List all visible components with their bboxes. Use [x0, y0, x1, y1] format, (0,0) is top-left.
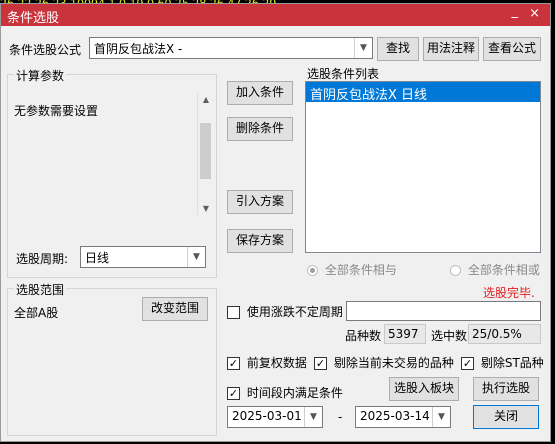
scroll-thumb[interactable] [200, 123, 211, 179]
pre-adjust-checkbox[interactable]: ✓ 前复权数据 [227, 354, 307, 371]
params-legend: 计算参数 [14, 67, 67, 84]
variable-period-checkbox[interactable]: 使用涨跌不定周期 [227, 303, 343, 320]
start-date-picker[interactable]: 2025-03-01 ▼ [227, 406, 323, 428]
scope-group: 选股范围 全部A股 改变范围 [7, 281, 217, 436]
formula-label: 条件选股公式 [9, 43, 82, 57]
period-label: 选股周期: [16, 252, 69, 266]
remove-condition-button[interactable]: 删除条件 [227, 117, 293, 141]
total-count-label: 品种数 [345, 329, 382, 343]
minimize-button[interactable]: _ [512, 4, 519, 19]
change-scope-button[interactable]: 改变范围 [142, 297, 208, 321]
close-window-button[interactable]: × [529, 6, 540, 21]
run-selection-button[interactable]: 执行选股 [473, 377, 539, 401]
view-formula-button[interactable]: 查看公式 [483, 37, 541, 61]
logic-or-radio[interactable]: 全部条件相或 [450, 261, 540, 278]
time-range-label: 时间段内满足条件 [246, 386, 343, 400]
total-count-value: 5397 [384, 324, 426, 344]
chevron-down-icon[interactable]: ▼ [304, 407, 322, 427]
exclude-untraded-checkbox[interactable]: ✓ 剔除当前未交易的品种 [314, 354, 454, 371]
hit-count-value: 25/0.5% [468, 324, 541, 344]
chevron-down-icon[interactable]: ▼ [432, 407, 450, 427]
list-item[interactable]: 首阴反包战法X 日线 [306, 82, 540, 103]
scroll-up-icon[interactable]: ▲ [198, 95, 214, 104]
exclude-st-label: 剔除ST品种 [480, 356, 544, 370]
time-range-checkbox[interactable]: ✓ 时间段内满足条件 [227, 384, 343, 401]
exclude-st-checkbox[interactable]: ✓ 剔除ST品种 [461, 354, 544, 371]
end-date-value: 2025-03-14 [360, 409, 430, 423]
condition-list[interactable]: 首阴反包战法X 日线 [305, 81, 541, 253]
scope-value: 全部A股 [14, 306, 59, 320]
logic-or-label: 全部条件相或 [467, 263, 540, 277]
logic-and-label: 全部条件相与 [324, 263, 397, 277]
chevron-down-icon[interactable]: ▼ [187, 247, 205, 267]
window-title: 条件选股 [7, 11, 60, 26]
radio-icon[interactable] [307, 265, 318, 276]
close-button[interactable]: 关闭 [473, 405, 539, 429]
end-date-picker[interactable]: 2025-03-14 ▼ [355, 406, 451, 428]
pre-adjust-label: 前复权数据 [246, 356, 307, 370]
variable-period-input[interactable] [346, 301, 541, 321]
to-block-button[interactable]: 选股入板块 [389, 377, 459, 401]
condition-list-label: 选股条件列表 [307, 67, 380, 81]
formula-value: 首阴反包战法X - [94, 42, 183, 56]
check-icon[interactable]: ✓ [227, 387, 240, 400]
check-icon[interactable]: ✓ [227, 357, 240, 370]
params-group: 计算参数 无参数需要设置 ▲ ▼ 选股周期: 日线 ▼ [7, 67, 217, 278]
variable-period-label: 使用涨跌不定周期 [246, 305, 343, 319]
params-scrollbar[interactable]: ▲ ▼ [197, 93, 213, 215]
import-scheme-button[interactable]: 引入方案 [227, 190, 293, 214]
condition-stock-selection-dialog: 条件选股 _ × 条件选股公式 首阴反包战法X - ▼ 查找 用法注释 查看公式… [0, 3, 551, 442]
status-text: 选股完毕. [483, 286, 535, 300]
params-text: 无参数需要设置 [14, 104, 99, 118]
check-icon[interactable]: ✓ [314, 357, 327, 370]
period-value: 日线 [85, 251, 110, 265]
add-condition-button[interactable]: 加入条件 [227, 81, 293, 105]
check-icon[interactable]: ✓ [461, 357, 474, 370]
formula-select[interactable]: 首阴反包战法X - ▼ [89, 37, 373, 59]
period-select[interactable]: 日线 ▼ [80, 246, 206, 268]
hit-count-label: 选中数 [431, 329, 468, 343]
logic-and-radio[interactable]: 全部条件相与 [307, 261, 397, 278]
save-scheme-button[interactable]: 保存方案 [227, 229, 293, 253]
exclude-untraded-label: 剔除当前未交易的品种 [333, 356, 454, 370]
start-date-value: 2025-03-01 [232, 409, 302, 423]
chevron-down-icon[interactable]: ▼ [354, 38, 372, 58]
usage-note-button[interactable]: 用法注释 [423, 37, 479, 61]
title-bar: 条件选股 _ × [1, 4, 550, 26]
checkbox-icon[interactable] [227, 306, 240, 319]
date-separator: - [338, 410, 343, 424]
scroll-down-icon[interactable]: ▼ [198, 204, 214, 213]
find-button[interactable]: 查找 [377, 37, 419, 61]
radio-icon[interactable] [450, 265, 461, 276]
scope-legend: 选股范围 [14, 281, 67, 298]
